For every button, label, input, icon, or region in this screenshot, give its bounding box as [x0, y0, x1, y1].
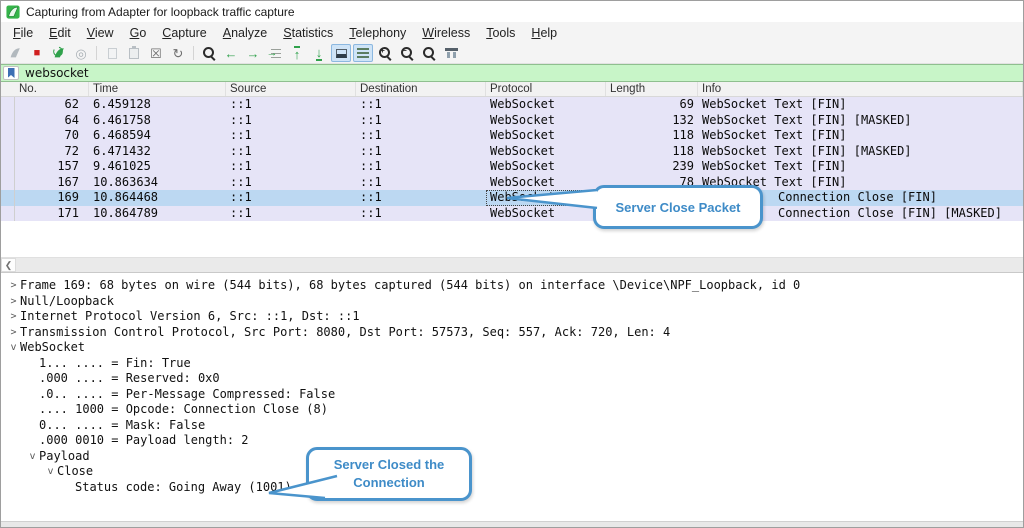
- detail-ipv6[interactable]: >Internet Protocol Version 6, Src: ::1, …: [1, 309, 1023, 325]
- column-length[interactable]: Length: [606, 82, 698, 96]
- detail-payload-length[interactable]: .000 0010 = Payload length: 2: [1, 433, 1023, 449]
- packet-list-empty-area: [1, 221, 1023, 257]
- find-packet-icon[interactable]: [199, 44, 219, 62]
- toolbar-separator: [193, 46, 194, 60]
- start-capture-fin-icon[interactable]: [5, 44, 25, 62]
- colorize-icon[interactable]: [353, 44, 373, 62]
- first-packet-icon[interactable]: ↑: [287, 44, 307, 62]
- detail-close[interactable]: vClose: [1, 464, 1023, 480]
- last-packet-icon[interactable]: ↓: [309, 44, 329, 62]
- detail-websocket[interactable]: vWebSocket: [1, 340, 1023, 356]
- packet-details-pane: >Frame 169: 68 bytes on wire (544 bits),…: [1, 272, 1023, 521]
- close-file-icon[interactable]: ☒: [146, 44, 166, 62]
- callout-tail-left-down: [265, 473, 339, 500]
- menu-file[interactable]: File: [5, 24, 41, 42]
- menu-bar: File Edit View Go Capture Analyze Statis…: [1, 22, 1023, 43]
- column-no[interactable]: No.: [1, 82, 89, 96]
- menu-view[interactable]: View: [79, 24, 122, 42]
- wireshark-window: Capturing from Adapter for loopback traf…: [0, 0, 1024, 528]
- detail-payload[interactable]: vPayload: [1, 449, 1023, 465]
- main-toolbar: ■ ◎ ☒ ↻ ← → ↑ ↓ + −: [1, 43, 1023, 64]
- callout-text-line2: Connection: [353, 474, 425, 492]
- zoom-original-icon[interactable]: [419, 44, 439, 62]
- capture-options-icon[interactable]: ◎: [71, 44, 91, 62]
- menu-help[interactable]: Help: [523, 24, 565, 42]
- chevron-down-icon[interactable]: v: [44, 464, 57, 480]
- detail-fin-bit[interactable]: 1... .... = Fin: True: [1, 356, 1023, 372]
- menu-go[interactable]: Go: [122, 24, 155, 42]
- previous-packet-icon[interactable]: ←: [221, 44, 241, 62]
- window-title: Capturing from Adapter for loopback traf…: [26, 5, 295, 19]
- chevron-down-icon[interactable]: v: [7, 340, 20, 356]
- horizontal-scrollbar[interactable]: ❮: [1, 257, 1023, 272]
- table-row[interactable]: 706.468594::1::1WebSocket118WebSocket Te…: [1, 128, 1023, 144]
- packet-list-header: No. Time Source Destination Protocol Len…: [1, 82, 1023, 97]
- display-filter-input[interactable]: websocket: [25, 66, 89, 80]
- chevron-right-icon[interactable]: >: [7, 325, 20, 341]
- menu-tools[interactable]: Tools: [478, 24, 523, 42]
- open-file-icon[interactable]: [102, 44, 122, 62]
- column-protocol[interactable]: Protocol: [486, 82, 606, 96]
- filter-bookmark-icon[interactable]: [3, 66, 19, 80]
- scroll-left-icon[interactable]: ❮: [1, 258, 16, 272]
- callout-server-close-packet: Server Close Packet: [593, 185, 763, 229]
- detail-null-loopback[interactable]: >Null/Loopback: [1, 294, 1023, 310]
- save-file-icon[interactable]: [124, 44, 144, 62]
- column-destination[interactable]: Destination: [356, 82, 486, 96]
- next-packet-icon[interactable]: →: [243, 44, 263, 62]
- callout-text: Server Close Packet: [615, 200, 740, 215]
- menu-wireless[interactable]: Wireless: [414, 24, 478, 42]
- reload-icon[interactable]: ↻: [168, 44, 188, 62]
- callout-tail-left: [507, 189, 599, 209]
- toolbar-separator: [96, 46, 97, 60]
- table-row[interactable]: 726.471432::1::1WebSocket118WebSocket Te…: [1, 144, 1023, 160]
- display-filter-bar[interactable]: websocket: [1, 64, 1023, 82]
- scrollbar-track[interactable]: [16, 258, 1023, 272]
- menu-edit[interactable]: Edit: [41, 24, 79, 42]
- chevron-right-icon[interactable]: >: [7, 309, 20, 325]
- auto-scroll-icon[interactable]: [331, 44, 351, 62]
- column-time[interactable]: Time: [89, 82, 226, 96]
- chevron-right-icon[interactable]: >: [7, 278, 20, 294]
- table-row[interactable]: 626.459128::1::1WebSocket69WebSocket Tex…: [1, 97, 1023, 113]
- detail-mask-bit[interactable]: 0... .... = Mask: False: [1, 418, 1023, 434]
- table-row[interactable]: 1579.461025::1::1WebSocket239WebSocket T…: [1, 159, 1023, 175]
- title-bar: Capturing from Adapter for loopback traf…: [1, 1, 1023, 22]
- window-bottom-strip: [1, 521, 1023, 528]
- wireshark-app-icon: [6, 5, 20, 19]
- menu-analyze[interactable]: Analyze: [215, 24, 275, 42]
- detail-status-code[interactable]: Status code: Going Away (1001): [1, 480, 1023, 496]
- column-source[interactable]: Source: [226, 82, 356, 96]
- menu-capture[interactable]: Capture: [154, 24, 214, 42]
- chevron-down-icon[interactable]: v: [26, 449, 39, 465]
- detail-opcode[interactable]: .... 1000 = Opcode: Connection Close (8): [1, 402, 1023, 418]
- table-row[interactable]: 16710.863634::1::1WebSocket78WebSocket T…: [1, 175, 1023, 191]
- detail-compressed-bit[interactable]: .0.. .... = Per-Message Compressed: Fals…: [1, 387, 1023, 403]
- packet-list-gutter: [14, 97, 15, 221]
- detail-frame[interactable]: >Frame 169: 68 bytes on wire (544 bits),…: [1, 278, 1023, 294]
- menu-statistics[interactable]: Statistics: [275, 24, 341, 42]
- resize-columns-icon[interactable]: [441, 44, 461, 62]
- column-info[interactable]: Info: [698, 82, 1023, 96]
- callout-text-line1: Server Closed the: [334, 456, 445, 474]
- restart-capture-fin-icon[interactable]: [49, 44, 69, 62]
- table-row[interactable]: 646.461758::1::1WebSocket132WebSocket Te…: [1, 113, 1023, 129]
- detail-reserved-bits[interactable]: .000 .... = Reserved: 0x0: [1, 371, 1023, 387]
- zoom-out-icon[interactable]: −: [397, 44, 417, 62]
- go-to-packet-icon[interactable]: [265, 44, 285, 62]
- chevron-right-icon[interactable]: >: [7, 294, 20, 310]
- detail-tcp[interactable]: >Transmission Control Protocol, Src Port…: [1, 325, 1023, 341]
- zoom-in-icon[interactable]: +: [375, 44, 395, 62]
- menu-telephony[interactable]: Telephony: [341, 24, 414, 42]
- stop-capture-icon[interactable]: ■: [27, 44, 47, 62]
